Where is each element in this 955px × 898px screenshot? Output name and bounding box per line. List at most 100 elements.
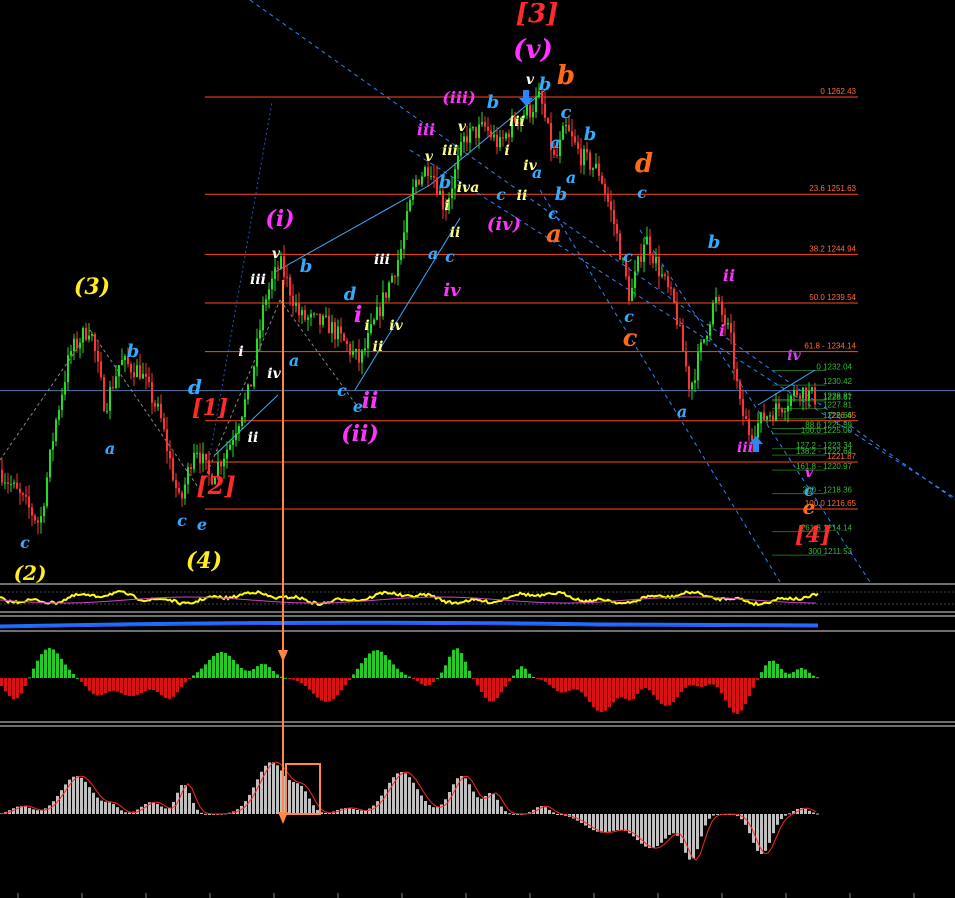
osma-bar — [492, 794, 495, 814]
osma-bar — [24, 806, 27, 814]
wave-label: i — [719, 321, 725, 340]
channel-line — [539, 189, 781, 583]
price-chart[interactable]: 0 1262.43 23.6 1251.63 38.2 1244.94 50.0 12… — [0, 0, 955, 898]
candle-body — [409, 199, 411, 212]
osma-bar — [108, 802, 111, 814]
macd-bar — [288, 678, 291, 679]
wave-label: (4) — [186, 548, 222, 574]
candle-body — [406, 211, 408, 233]
candle-body — [49, 449, 51, 478]
macd-bar — [320, 678, 323, 701]
macd-bar — [268, 667, 271, 678]
candle-body — [733, 332, 735, 369]
macd-bar — [728, 678, 731, 708]
candle-body — [610, 201, 612, 211]
osma-bar — [608, 814, 611, 832]
macd-bar — [804, 669, 807, 678]
wave-label: b — [300, 256, 313, 277]
osma-bar — [268, 762, 271, 814]
macd-bar — [132, 678, 135, 696]
candle-body — [100, 361, 102, 378]
macd-bar — [812, 675, 815, 678]
candle-body — [112, 387, 114, 389]
candle-body — [283, 256, 285, 277]
macd-bar — [508, 678, 511, 682]
wave-label: i — [444, 198, 449, 214]
osma-bar — [288, 780, 291, 814]
wave-label: c — [623, 247, 633, 266]
candle-body — [109, 387, 111, 411]
wave-label: ii — [517, 188, 528, 204]
candle-body — [262, 304, 264, 331]
candle-body — [70, 351, 72, 356]
candle-body — [364, 348, 366, 351]
macd-bar — [428, 678, 431, 686]
osma-bar — [656, 814, 659, 847]
wave-label: i — [504, 143, 509, 159]
candle-body — [367, 333, 369, 349]
candle-body — [571, 131, 573, 137]
osma-bar — [276, 765, 279, 814]
osma-bar — [500, 806, 503, 814]
osma-bar — [444, 799, 447, 814]
candle-body — [73, 338, 75, 352]
osma-bar — [476, 797, 479, 814]
candle-body — [313, 313, 315, 315]
wave-label: (i) — [265, 206, 294, 232]
wave-label: c — [623, 323, 638, 352]
candle-body — [562, 126, 564, 140]
osma-bar — [188, 793, 191, 814]
wave-label: d — [635, 149, 653, 179]
macd-bar — [456, 648, 459, 678]
macd-bar — [620, 678, 623, 698]
macd-bar — [128, 678, 131, 696]
candle-body — [577, 142, 579, 149]
osma-bar — [600, 814, 603, 833]
candle-body — [400, 248, 402, 260]
candle-body — [703, 339, 705, 343]
macd-bar — [240, 667, 243, 678]
candle-body — [664, 274, 666, 277]
candle-body — [34, 515, 36, 521]
candle-body — [250, 384, 252, 387]
rsi-panel — [0, 583, 955, 613]
osma-bar — [556, 814, 559, 815]
candle-body — [61, 394, 63, 410]
candle-body — [673, 288, 675, 303]
osma-bar — [780, 814, 783, 820]
osma-bar — [692, 814, 695, 859]
osma-bar — [784, 814, 787, 816]
candle-body — [775, 403, 777, 421]
candle-body — [589, 152, 591, 170]
macd-bar — [392, 664, 395, 678]
macd-bar — [64, 664, 67, 678]
wave-label: c — [561, 102, 572, 123]
wave-label: iii — [509, 114, 525, 130]
candle-body — [493, 134, 495, 138]
wave-label: b — [539, 74, 552, 95]
candle-body — [223, 458, 225, 467]
osma-bar — [788, 813, 791, 815]
candle-body — [631, 287, 633, 302]
macd-bar — [4, 678, 7, 692]
macd-bar — [488, 678, 491, 702]
candle-body — [124, 356, 126, 361]
osma-bar — [292, 782, 295, 814]
macd-bar — [636, 678, 639, 694]
candle-body — [373, 319, 375, 325]
osma-bar — [624, 814, 627, 832]
macd-bar — [244, 670, 247, 678]
candle-body — [88, 335, 90, 340]
osma-bar — [376, 801, 379, 814]
osma-bar — [352, 808, 355, 814]
candle-body — [811, 387, 813, 391]
wave-label: (2) — [14, 561, 47, 585]
candle-body — [193, 452, 195, 470]
osma-bar — [256, 779, 259, 814]
candle-body — [454, 169, 456, 189]
candle-body — [607, 193, 609, 202]
candle-body — [139, 365, 141, 379]
candle-body — [388, 282, 390, 298]
wave-label: e — [197, 515, 207, 534]
candle-body — [103, 377, 105, 412]
